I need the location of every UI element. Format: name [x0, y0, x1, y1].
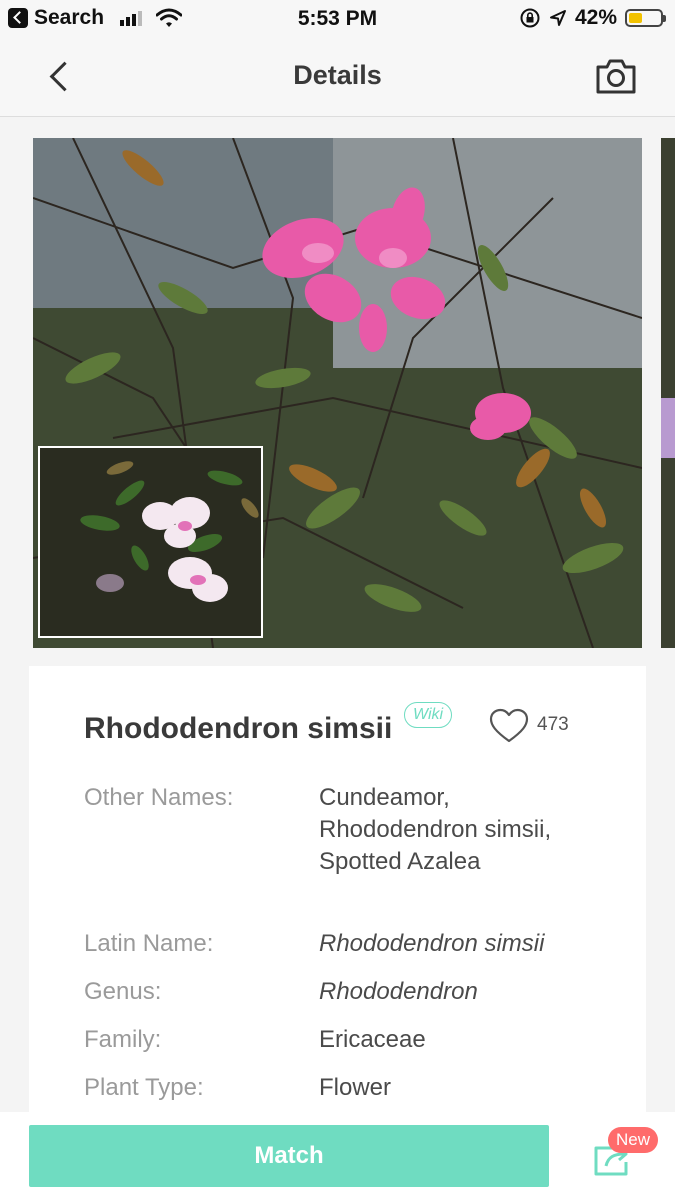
battery-percent: 42%: [574, 6, 617, 29]
next-photo-image: [661, 138, 675, 648]
wiki-link[interactable]: Wiki: [404, 702, 453, 728]
bottom-bar: Match New: [0, 1112, 675, 1200]
heart-icon[interactable]: [489, 708, 529, 744]
orientation-lock-icon: [520, 8, 540, 28]
nav-bar: Details: [0, 40, 675, 117]
plant-type-label: Plant Type:: [84, 1074, 204, 1101]
likes-count: 473: [537, 714, 569, 735]
page-title: Details: [293, 60, 382, 90]
reference-photo-image: [40, 448, 261, 636]
status-right: 42%: [519, 6, 666, 30]
other-names-value: Cundeamor, Rhododendron simsii, Spotted …: [319, 784, 552, 875]
plant-name: Rhododendron simsii: [84, 712, 393, 745]
plant-type-value: Flower: [319, 1074, 392, 1101]
match-button[interactable]: Match: [29, 1125, 549, 1187]
family-label: Family:: [84, 1026, 162, 1053]
other-names-label: Other Names:: [84, 784, 234, 811]
new-badge: New: [608, 1127, 659, 1153]
genus-value: Rhododendron: [319, 978, 478, 1005]
status-bar: Search 5:53 PM 42%: [0, 0, 675, 40]
battery-icon: [625, 9, 666, 27]
camera-icon[interactable]: [594, 56, 638, 96]
reference-photo-thumbnail[interactable]: [38, 446, 263, 638]
location-icon: [549, 10, 566, 26]
latin-name-label: Latin Name:: [84, 930, 214, 957]
latin-name-value: Rhododendron simsii: [319, 930, 545, 957]
next-photo-peek[interactable]: [661, 138, 675, 648]
genus-label: Genus:: [84, 978, 162, 1005]
family-value: Ericaceae: [319, 1026, 426, 1053]
plant-info-card: Rhododendron simsii Wiki 473 Other Names…: [29, 666, 646, 1116]
